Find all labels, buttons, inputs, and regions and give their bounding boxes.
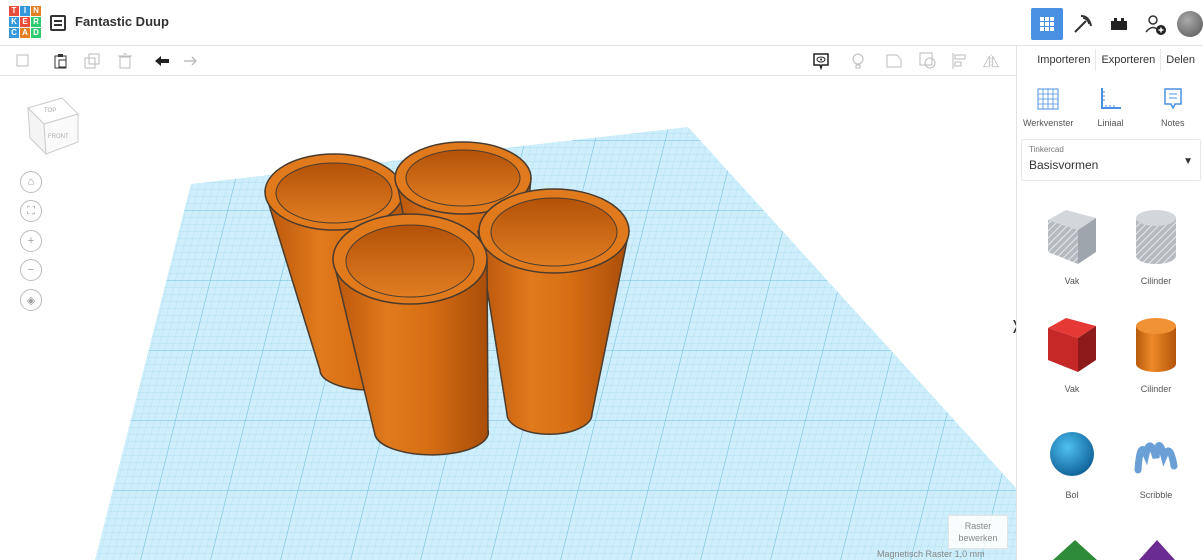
sphere-icon [1050,432,1094,476]
pyramid-purple-icon[interactable] [1139,540,1175,560]
minus-icon: − [27,264,35,276]
view-cube[interactable]: TOP FRONT [22,92,82,156]
logo-letter: N [31,6,41,16]
home-view-button[interactable]: ⌂ [20,171,42,193]
pickaxe-icon [1074,15,1092,33]
copy-icon[interactable] [14,52,32,70]
add-user-button[interactable] [1139,8,1171,40]
shape-label: Vak [1064,384,1080,394]
shape-sphere[interactable]: Bol [1037,426,1107,500]
box-hole-icon [1048,210,1096,264]
view-cube-top[interactable]: TOP [44,108,56,114]
undo-icon[interactable] [153,52,171,70]
box-icon [1048,318,1096,372]
show-notes-icon[interactable] [812,52,830,70]
logo-letter: C [9,28,19,38]
shape-box-hole[interactable]: Vak [1037,206,1107,286]
tinkercad-logo[interactable]: T I N K E R C A D [9,6,41,38]
shape-scribble[interactable]: Scribble [1121,426,1191,500]
duplicate-icon[interactable] [83,52,101,70]
workplane-tool[interactable]: Werkvenster [1018,82,1078,132]
zoom-out-button[interactable]: − [20,259,42,281]
notes-label: Notes [1161,118,1185,128]
scribble-icon [1134,442,1178,474]
notes-icon [1164,88,1182,110]
light-icon[interactable] [849,52,867,70]
fit-icon: ⛶ [27,204,35,217]
logo-letter: D [31,28,41,38]
design-title[interactable]: Fantastic Duup [75,14,169,29]
workplane-tools: Werkvenster Liniaal Notes [1017,82,1203,132]
workplane-icon [1037,88,1059,110]
group-icon[interactable] [919,52,937,70]
snap-grid[interactable]: Magnetisch Raster 1,0 mm [877,549,985,559]
header-actions [1027,7,1203,41]
logo-letter: E [20,17,30,27]
logo-letter: A [20,28,30,38]
edit-grid-label-2: bewerken [958,533,998,543]
add-user-icon [1145,15,1166,35]
snap-grid-label: Magnetisch Raster [877,549,953,559]
perspective-button[interactable]: ◈ [20,289,42,311]
library-source: Tinkercad [1029,145,1064,154]
file-actions: Importeren Exporteren Delen [1017,46,1203,74]
plus-icon: + [27,235,35,247]
caret-down-icon: ▼ [1183,156,1193,167]
shape-cylinder[interactable]: Cilinder [1121,314,1191,394]
snap-grid-value[interactable]: 1,0 mm [955,549,985,559]
mirror-icon[interactable] [982,52,1000,70]
shape-label: Bol [1065,490,1079,500]
design-list-icon[interactable] [50,15,66,31]
shape-icon[interactable] [885,52,903,70]
share-button[interactable]: Delen [1160,49,1200,71]
avatar[interactable] [1177,11,1203,37]
cube-icon: ◈ [26,294,36,307]
bricks-button[interactable] [1103,8,1135,40]
logo-letter: R [31,17,41,27]
right-panel: Importeren Exporteren Delen Werkvenster … [1016,46,1203,560]
brick-icon [1111,18,1127,30]
logo-letter: I [20,6,30,16]
fit-view-button[interactable]: ⛶ [20,200,42,222]
zoom-in-button[interactable]: + [20,230,42,252]
3d-view-button[interactable] [1031,8,1063,40]
grid-icon [1040,17,1054,31]
codeblocks-button[interactable] [1067,8,1099,40]
shape-label: Cilinder [1140,384,1172,394]
logo-letter: T [9,6,19,16]
workplane-viewport[interactable] [0,76,1016,560]
shape-box[interactable]: Vak [1037,314,1107,394]
library-name: Basisvormen [1029,158,1099,172]
shape-library-select[interactable]: Tinkercad Basisvormen ▼ [1021,139,1201,181]
ruler-label: Liniaal [1097,118,1124,128]
align-icon[interactable] [951,52,969,70]
delete-icon[interactable] [116,52,134,70]
shape-label: Vak [1064,276,1080,286]
ruler-icon [1101,88,1122,109]
shape-label: Cilinder [1140,276,1172,286]
ruler-tool[interactable]: Liniaal [1080,82,1140,132]
paste-icon[interactable] [52,52,70,70]
logo-letter: K [9,17,19,27]
edit-grid-button[interactable]: Raster bewerken [948,515,1008,549]
shape-cylinder-hole[interactable]: Cilinder [1121,206,1191,286]
workplane-label: Werkvenster [1022,118,1074,128]
view-cube-front[interactable]: FRONT [48,134,69,140]
pyramid-green-icon[interactable] [1053,540,1097,560]
cylinder-hole-icon [1136,210,1176,264]
import-button[interactable]: Importeren [1032,49,1095,71]
home-icon: ⌂ [27,176,35,188]
notes-tool[interactable]: Notes [1143,82,1203,132]
edit-grid-label-1: Raster [964,521,992,531]
redo-icon[interactable] [182,52,200,70]
edit-toolbar [0,46,1016,76]
cylinder-icon [1136,318,1176,372]
shape-label: Scribble [1139,490,1173,500]
top-bar: T I N K E R C A D Fantastic Duup [0,0,1203,46]
export-button[interactable]: Exporteren [1095,49,1160,71]
